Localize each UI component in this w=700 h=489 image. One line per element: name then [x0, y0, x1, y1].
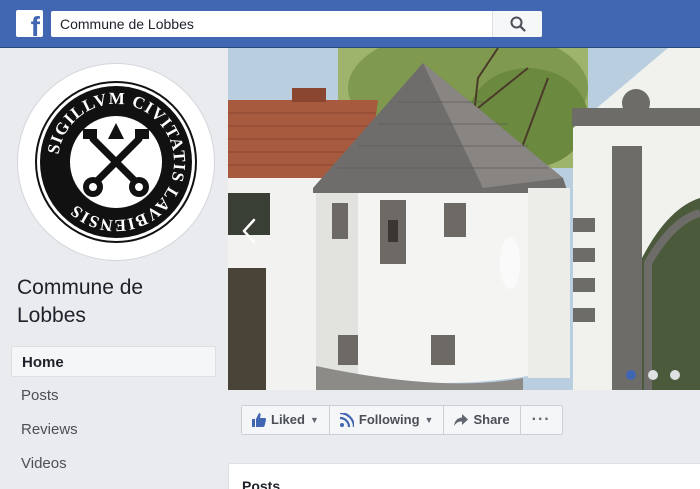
- nav-item-reviews[interactable]: Reviews: [11, 414, 216, 445]
- chevron-left-icon: [242, 218, 256, 244]
- search-button[interactable]: [492, 11, 542, 37]
- carousel-dot[interactable]: [648, 370, 658, 380]
- carousel-previous-button[interactable]: [238, 214, 262, 248]
- logo-glyph: f: [30, 11, 40, 38]
- page-navigation: Home Posts Reviews Videos: [11, 346, 216, 482]
- carousel-dot[interactable]: [670, 370, 680, 380]
- carousel-dot-active[interactable]: [626, 370, 636, 380]
- nav-item-videos[interactable]: Videos: [11, 448, 216, 479]
- page-title: Commune de Lobbes: [17, 276, 144, 327]
- share-button[interactable]: Share: [444, 406, 521, 434]
- posts-heading: Posts: [242, 478, 281, 489]
- search-bar: [51, 11, 542, 37]
- more-options-button[interactable]: ···: [521, 406, 562, 434]
- share-arrow-icon: [454, 413, 469, 427]
- profile-picture[interactable]: SIGILLVM CIVITATIS LAVBIENSIS: [17, 63, 215, 261]
- search-icon: [510, 16, 526, 32]
- facebook-logo-icon[interactable]: f: [16, 10, 43, 37]
- thumbs-up-icon: [252, 413, 266, 427]
- nav-item-posts[interactable]: Posts: [11, 380, 216, 411]
- caret-down-icon: ▼: [424, 415, 434, 425]
- page-action-bar: Liked ▼ Following ▼ Share ···: [241, 405, 563, 435]
- cover-photo-carousel[interactable]: [228, 48, 700, 390]
- cover-photo-image: [228, 48, 700, 390]
- caret-down-icon: ▼: [309, 415, 319, 425]
- share-label: Share: [473, 412, 510, 427]
- left-column: SIGILLVM CIVITATIS LAVBIENSIS Commune de…: [0, 48, 228, 489]
- liked-button[interactable]: Liked ▼: [242, 406, 330, 434]
- search-input[interactable]: [51, 11, 491, 37]
- top-navigation-bar: f: [0, 0, 700, 48]
- posts-section: Posts: [228, 463, 700, 489]
- following-label: Following: [358, 412, 420, 427]
- rss-feed-icon: [339, 413, 354, 427]
- liked-label: Liked: [271, 412, 305, 427]
- city-seal-logo: SIGILLVM CIVITATIS LAVBIENSIS: [35, 81, 197, 243]
- following-button[interactable]: Following ▼: [330, 406, 445, 434]
- nav-item-home[interactable]: Home: [11, 346, 216, 377]
- more-dots-icon: ···: [531, 411, 551, 428]
